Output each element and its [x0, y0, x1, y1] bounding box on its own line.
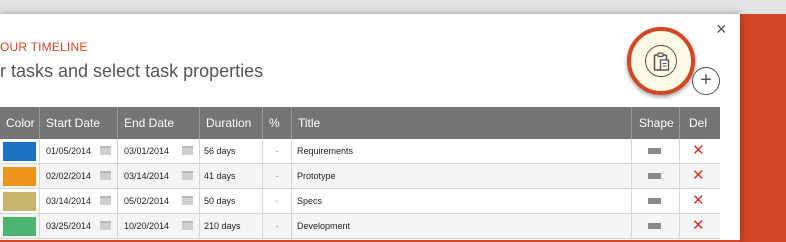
- duration: 50 days: [200, 189, 263, 213]
- end-date-cell[interactable]: 03/01/2014: [118, 139, 200, 163]
- background-top: [0, 0, 786, 14]
- dialog-heading: r tasks and select task properties: [0, 61, 264, 81]
- table-header: Color Start Date End Date Duration % Tit…: [0, 107, 720, 139]
- calendar-icon[interactable]: [182, 221, 193, 230]
- delete-icon[interactable]: ✕: [692, 189, 705, 213]
- title[interactable]: Requirements: [292, 139, 632, 163]
- delete-icon[interactable]: ✕: [692, 139, 705, 163]
- shape-icon[interactable]: [648, 198, 661, 204]
- color-cell[interactable]: [0, 189, 40, 213]
- end-date: 03/01/2014: [124, 146, 170, 156]
- calendar-icon[interactable]: [182, 196, 193, 205]
- color-swatch[interactable]: [3, 142, 36, 161]
- duration: 41 days: [200, 164, 263, 188]
- end-date-cell[interactable]: 10/20/2014: [118, 214, 200, 238]
- percent[interactable]: -: [263, 189, 292, 213]
- percent[interactable]: -: [263, 214, 292, 238]
- header-percent[interactable]: %: [263, 107, 292, 139]
- color-swatch[interactable]: [3, 192, 36, 211]
- end-date: 03/14/2014: [124, 171, 170, 181]
- start-date: 01/05/2014: [46, 146, 92, 156]
- color-cell[interactable]: [0, 164, 40, 188]
- dialog-subtitle: OUR TIMELINE: [0, 40, 88, 54]
- color-swatch[interactable]: [3, 217, 36, 236]
- header-start-date[interactable]: Start Date: [40, 107, 118, 139]
- end-date-cell[interactable]: 03/14/2014: [118, 164, 200, 188]
- table-row: 02/02/2014 03/14/2014 41 days - Prototyp…: [0, 164, 720, 189]
- header-color[interactable]: Color: [0, 107, 40, 139]
- header-del: Del: [689, 116, 708, 130]
- add-task-button[interactable]: +: [692, 67, 720, 95]
- calendar-icon[interactable]: [100, 171, 111, 180]
- title[interactable]: Development: [292, 214, 632, 238]
- shape-icon[interactable]: [648, 223, 661, 229]
- duration: 56 days: [200, 139, 263, 163]
- header-shape[interactable]: Shape: [632, 107, 680, 139]
- end-date-cell[interactable]: 05/02/2014: [118, 189, 200, 213]
- title[interactable]: Specs: [292, 189, 632, 213]
- shape-icon[interactable]: [648, 148, 661, 154]
- start-date: 02/02/2014: [46, 171, 92, 181]
- calendar-icon[interactable]: [100, 146, 111, 155]
- start-date: 03/14/2014: [46, 196, 92, 206]
- color-cell[interactable]: [0, 214, 40, 238]
- percent[interactable]: -: [263, 139, 292, 163]
- header-duration[interactable]: Duration: [200, 107, 263, 139]
- header-end-date[interactable]: End Date: [118, 107, 200, 139]
- paste-button[interactable]: [645, 45, 677, 77]
- table-row: 03/25/2014 10/20/2014 210 days - Develop…: [0, 214, 720, 239]
- shape-icon[interactable]: [648, 173, 661, 179]
- color-cell[interactable]: [0, 139, 40, 163]
- title[interactable]: Prototype: [292, 164, 632, 188]
- close-button[interactable]: ×: [716, 20, 727, 38]
- delete-icon[interactable]: ✕: [692, 164, 705, 188]
- start-date: 03/25/2014: [46, 221, 92, 231]
- start-date-cell[interactable]: 01/05/2014: [40, 139, 118, 163]
- table-row: 01/05/2014 03/01/2014 56 days - Requirem…: [0, 139, 720, 164]
- clipboard-icon: [653, 52, 670, 71]
- start-date-cell[interactable]: 02/02/2014: [40, 164, 118, 188]
- calendar-icon[interactable]: [182, 146, 193, 155]
- calendar-icon[interactable]: [100, 221, 111, 230]
- accent-strip: [740, 14, 786, 242]
- end-date: 05/02/2014: [124, 196, 170, 206]
- calendar-icon[interactable]: [100, 196, 111, 205]
- start-date-cell[interactable]: 03/14/2014: [40, 189, 118, 213]
- start-date-cell[interactable]: 03/25/2014: [40, 214, 118, 238]
- calendar-icon[interactable]: [182, 171, 193, 180]
- percent[interactable]: -: [263, 164, 292, 188]
- table-row: 03/14/2014 05/02/2014 50 days - Specs ✕: [0, 189, 720, 214]
- duration: 210 days: [200, 214, 263, 238]
- color-swatch[interactable]: [3, 167, 36, 186]
- header-title[interactable]: Title: [292, 107, 632, 139]
- delete-icon[interactable]: ✕: [692, 214, 705, 238]
- end-date: 10/20/2014: [124, 221, 170, 231]
